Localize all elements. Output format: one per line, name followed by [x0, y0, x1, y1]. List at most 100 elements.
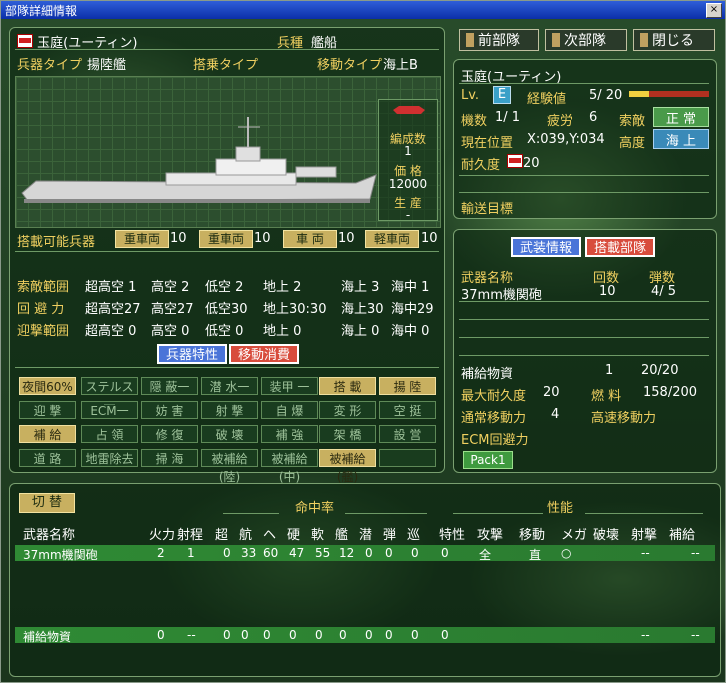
- durability-label: 耐久度: [461, 158, 501, 173]
- trait-cell: 夜間60%: [19, 377, 76, 395]
- trait-cell: 装甲 一: [261, 377, 318, 395]
- carry-count: 10: [254, 231, 271, 246]
- title-bar: 部隊詳細情報 ×: [1, 1, 725, 19]
- ship-image: [21, 117, 377, 203]
- units-label: 機数: [461, 114, 488, 129]
- range-value: 地上 2: [263, 280, 302, 295]
- table-header-cell: 射撃: [631, 528, 658, 543]
- carry-item: 重車両: [199, 230, 253, 248]
- level-label: Lv.: [461, 88, 480, 103]
- range-value: 海上 0: [341, 324, 380, 339]
- trait-cell: 架 橋: [319, 425, 376, 443]
- table-header-cell: 特性: [439, 528, 466, 543]
- ship-mini-icon: [393, 106, 425, 114]
- range-value: 海上 3: [341, 280, 380, 295]
- range-value: 超高空27: [85, 302, 141, 317]
- table-header-cell: 巡: [407, 528, 421, 543]
- table-header-cell: 火力: [149, 528, 176, 543]
- trait-cell: 破 壊: [201, 425, 258, 443]
- range-value: 低空30: [205, 302, 248, 317]
- tab-traits[interactable]: 兵器特性: [157, 344, 227, 364]
- table-cell: 0: [339, 628, 347, 642]
- tab-carried-units[interactable]: 搭載部隊: [585, 237, 655, 257]
- carry-label: 搭載可能兵器: [17, 235, 96, 250]
- weapon-row-ammo: 4/ 5: [651, 284, 677, 299]
- range-value: 超高空 1: [85, 280, 137, 295]
- tab-move-cost[interactable]: 移動消費: [229, 344, 299, 364]
- range-value: 海中 0: [391, 324, 430, 339]
- trait-cell: 補 強: [261, 425, 318, 443]
- table-cell: 全: [479, 548, 492, 562]
- table-header-cell: ヘ: [263, 528, 277, 543]
- durability-number: 20: [523, 156, 540, 171]
- table-header-cell: 武器名称: [23, 528, 76, 543]
- trait-cell: 設 営: [379, 425, 436, 443]
- fatigue-label: 疲労: [547, 114, 574, 129]
- next-unit-button[interactable]: 次部隊: [545, 29, 627, 51]
- trait-cell: 揚 陸: [379, 377, 436, 395]
- carry-count: 10: [338, 231, 355, 246]
- prev-unit-button[interactable]: 前部隊: [459, 29, 539, 51]
- trait-cell: [379, 449, 436, 467]
- pack-button[interactable]: Pack1: [463, 451, 513, 469]
- table-cell: 0: [385, 628, 393, 642]
- table-header-cell: 潜: [359, 528, 373, 543]
- table-header-cell: 航: [239, 528, 253, 543]
- table-cell: 47: [289, 546, 305, 560]
- position-label: 現在位置: [461, 136, 514, 151]
- table-cell: 0: [315, 628, 323, 642]
- switch-button[interactable]: 切 替: [19, 493, 75, 513]
- close-window-button[interactable]: ×: [706, 3, 722, 18]
- intercept-label: 迎撃範囲: [17, 324, 70, 339]
- table-cell: --: [691, 628, 700, 642]
- trait-cell: 道 路: [19, 449, 76, 467]
- prev-unit-label: 前部隊: [478, 33, 520, 49]
- next-unit-label: 次部隊: [564, 33, 606, 49]
- carry-item: 車 両: [283, 230, 337, 248]
- move-type-label: 移動タイプ: [317, 58, 383, 73]
- table-header-cell: 超: [215, 528, 229, 543]
- unit-image-area: 編成数 1 価 格 12000 生 産 -: [15, 76, 441, 228]
- supply-ammo: 20/20: [641, 363, 679, 378]
- table-cell: 0: [411, 546, 419, 560]
- evade-label: 回 避 力: [17, 302, 65, 317]
- table-cell: 0: [385, 546, 393, 560]
- exp-label: 経験値: [527, 92, 567, 107]
- unit-detail-window: 部隊詳細情報 × 玉庭(ユーティン) 兵種 艦船 兵器タイプ 揚陸艦 搭乗タイプ…: [0, 0, 726, 683]
- trait-cell: 被補給(陸): [201, 449, 258, 484]
- trait-cell: 占 領: [81, 425, 138, 443]
- transport-label: 輸送目標: [461, 202, 514, 217]
- table-cell: 1: [187, 546, 195, 560]
- trait-cell: 自 爆: [261, 401, 318, 419]
- altitude-label: 高度: [619, 136, 646, 151]
- range-value: 海中 1: [391, 280, 430, 295]
- carry-count: 10: [421, 231, 438, 246]
- ecm-evade-label: ECM回避力: [461, 433, 529, 448]
- hit-rate-label: 命中率: [295, 501, 335, 516]
- range-value: 超高空 0: [85, 324, 137, 339]
- table-cell: 0: [365, 546, 373, 560]
- range-value: 高空 2: [151, 280, 190, 295]
- durability-value: 20: [507, 154, 540, 171]
- board-type-label: 搭乗タイプ: [193, 58, 259, 73]
- trait-cell: 被補給(艦): [319, 449, 376, 484]
- trait-cell: ECM一: [81, 401, 138, 419]
- search-status-value: 正 常: [653, 107, 709, 127]
- close-button[interactable]: 閉じる: [633, 29, 715, 51]
- flag-icon: [507, 154, 523, 168]
- price-value: 12000: [388, 177, 428, 191]
- weapon-type-label: 兵器タイプ: [17, 58, 83, 73]
- move-type-value: 海上B: [383, 58, 418, 73]
- tab-arms[interactable]: 武装情報: [511, 237, 581, 257]
- table-header-cell: 弾: [383, 528, 397, 543]
- weapon-row-count: 10: [599, 284, 616, 299]
- table-header-cell: 軟: [311, 528, 325, 543]
- flag-icon: [17, 34, 33, 48]
- table-cell: 37mm機関砲: [23, 548, 98, 562]
- table-cell: 0: [441, 546, 449, 560]
- table-cell: 0: [441, 628, 449, 642]
- trait-cell: 射 撃: [201, 401, 258, 419]
- move-power-label: 通常移動力: [461, 411, 527, 426]
- close-label: 閉じる: [652, 33, 694, 49]
- table-header-cell: 移動: [519, 528, 546, 543]
